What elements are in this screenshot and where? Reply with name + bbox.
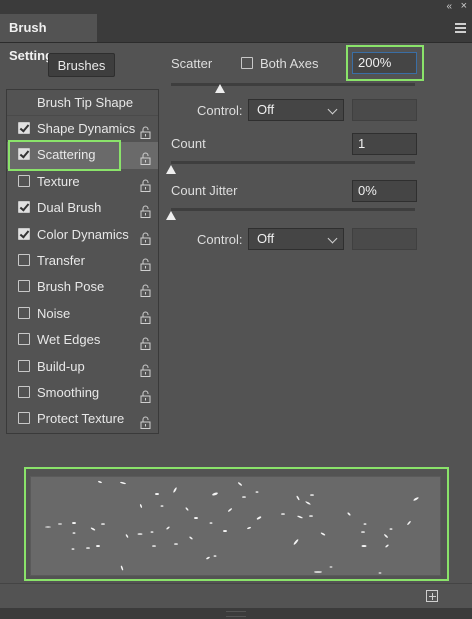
item-label: Shape Dynamics	[37, 121, 136, 136]
item-label: Smoothing	[37, 385, 100, 400]
scatter-slider-track[interactable]	[171, 83, 415, 86]
count-slider-track[interactable]	[171, 161, 415, 164]
count-value-input[interactable]: 1	[352, 133, 417, 155]
count-jitter-slider-track[interactable]	[171, 208, 415, 211]
item-label: Scattering	[37, 147, 96, 163]
item-label: Wet Edges	[37, 332, 101, 348]
settings-item[interactable]: Texture	[7, 169, 158, 195]
scatter-strokes-graphic	[45, 480, 419, 574]
item-checkbox[interactable]	[18, 306, 30, 319]
item-checkbox[interactable]	[18, 359, 30, 372]
new-brush-icon[interactable]	[426, 590, 438, 602]
menu-icon[interactable]	[455, 23, 466, 33]
tab-brush-settings[interactable]: Brush Settings	[0, 14, 97, 63]
item-label: Transfer	[37, 253, 85, 268]
scatter-label: Scatter	[171, 56, 213, 71]
both-axes-label: Both Axes	[260, 56, 319, 71]
item-checkbox[interactable]	[18, 122, 30, 134]
item-checkbox[interactable]	[18, 386, 30, 398]
close-icon[interactable]: ×	[461, 0, 467, 12]
brushes-button[interactable]: Brushes	[48, 53, 115, 77]
scatter-control-value: Off	[257, 102, 275, 117]
chevron-down-icon	[327, 104, 338, 115]
scatter-control-extra-input	[352, 99, 417, 121]
item-label: Color Dynamics	[37, 226, 129, 242]
settings-item[interactable]: Transfer	[7, 248, 158, 274]
item-label: Dual Brush	[37, 200, 102, 216]
item-checkbox[interactable]	[18, 280, 30, 293]
chevron-down-icon	[327, 233, 338, 244]
panel-top-bar: « ×	[0, 0, 472, 14]
lock-icon[interactable]	[140, 280, 151, 298]
scatter-control-select[interactable]: Off	[248, 99, 344, 121]
settings-item[interactable]: Shape Dynamics	[7, 116, 158, 142]
count-label: Count	[171, 136, 206, 151]
scatter-value-input[interactable]: 200%	[352, 52, 417, 74]
item-label: Brush Pose	[37, 279, 105, 295]
item-label: Protect Texture	[37, 411, 125, 427]
lock-icon[interactable]	[140, 148, 151, 166]
lock-icon[interactable]	[140, 386, 151, 403]
item-checkbox[interactable]	[18, 148, 30, 161]
item-checkbox[interactable]	[18, 333, 30, 346]
item-checkbox[interactable]	[18, 174, 30, 187]
settings-list: Brush Tip Shape Shape Dynamics Scattering…	[6, 89, 159, 434]
lock-icon[interactable]	[140, 122, 151, 139]
jitter-control-extra-input	[352, 228, 417, 250]
item-checkbox[interactable]	[18, 201, 30, 214]
jitter-control-select[interactable]: Off	[248, 228, 344, 250]
jitter-control-label: Control:	[197, 232, 243, 247]
resize-grip[interactable]	[226, 611, 246, 617]
lock-icon[interactable]	[140, 307, 151, 324]
settings-item[interactable]: Noise	[7, 301, 158, 327]
count-jitter-label: Count Jitter	[171, 183, 238, 198]
count-jitter-value-input[interactable]: 0%	[352, 180, 417, 202]
lock-icon[interactable]	[140, 175, 151, 192]
item-checkbox[interactable]	[18, 412, 30, 425]
both-axes-checkbox[interactable]	[241, 57, 253, 69]
settings-item[interactable]: Build-up	[7, 354, 158, 380]
settings-item[interactable]: Brush Pose	[7, 274, 158, 300]
jitter-control-value: Off	[257, 231, 275, 246]
lock-icon[interactable]	[140, 254, 151, 271]
count-slider-thumb[interactable]	[166, 165, 176, 174]
settings-item[interactable]: Smoothing	[7, 380, 158, 406]
scatter-slider-thumb[interactable]	[215, 84, 225, 93]
settings-item[interactable]: Dual Brush	[7, 195, 158, 221]
count-jitter-slider-thumb[interactable]	[166, 211, 176, 220]
settings-item[interactable]: Protect Texture	[7, 406, 158, 432]
settings-item[interactable]: Color Dynamics	[7, 222, 158, 248]
brush-stroke-preview	[30, 476, 441, 576]
scatter-control-label: Control:	[197, 103, 243, 118]
brush-tip-shape-item[interactable]: Brush Tip Shape	[7, 90, 158, 116]
settings-item[interactable]: Wet Edges	[7, 327, 158, 353]
settings-item[interactable]: Scattering	[7, 142, 158, 169]
item-checkbox[interactable]	[18, 227, 30, 240]
lock-icon[interactable]	[140, 201, 151, 219]
tab-bar: Brush Settings	[0, 14, 472, 63]
collapse-icon[interactable]: «	[446, 1, 452, 12]
item-checkbox[interactable]	[18, 254, 30, 266]
lock-icon[interactable]	[140, 360, 151, 377]
footer-divider	[0, 583, 472, 584]
brush-settings-panel: « × Brush Settings Brushes Brush Tip Sha…	[0, 0, 472, 619]
lock-icon[interactable]	[140, 412, 151, 430]
lock-icon[interactable]	[140, 228, 151, 245]
lock-icon[interactable]	[140, 333, 151, 351]
item-label: Noise	[37, 305, 71, 321]
item-label: Texture	[37, 173, 80, 189]
item-label: Build-up	[37, 358, 85, 374]
